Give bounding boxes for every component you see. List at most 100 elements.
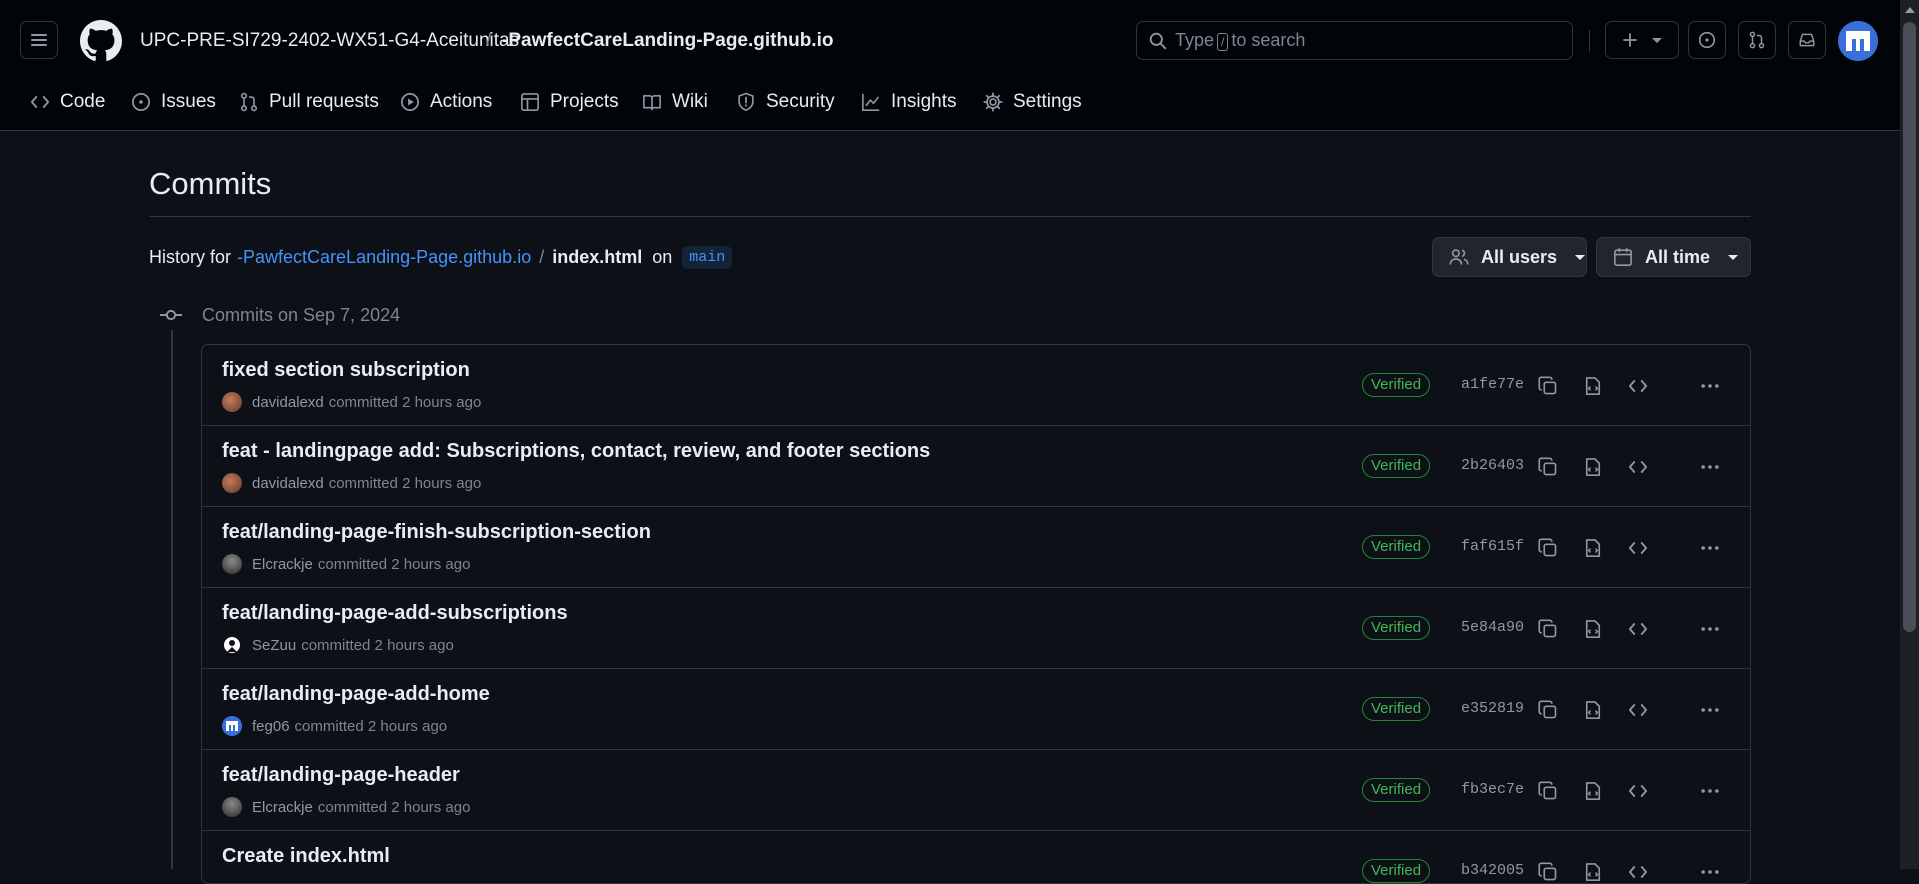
- menu-button[interactable]: [20, 21, 58, 59]
- copy-icon[interactable]: [1536, 455, 1560, 479]
- avatar-identicon-icon: [1838, 21, 1878, 61]
- commit-sha[interactable]: 5e84a90: [1461, 619, 1524, 636]
- avatar[interactable]: [222, 473, 242, 493]
- header-row: UPC-PRE-SI729-2402-WX51-G4-Aceitunitas /…: [0, 0, 1900, 82]
- commit-title[interactable]: feat/landing-page-header: [222, 764, 460, 787]
- code-icon[interactable]: [1626, 536, 1650, 560]
- commit-sha[interactable]: b342005: [1461, 862, 1524, 879]
- code-icon[interactable]: [1626, 617, 1650, 641]
- commit-author[interactable]: Elcrackje: [252, 556, 313, 573]
- user-avatar[interactable]: [1838, 21, 1878, 61]
- commit-sha[interactable]: faf615f: [1461, 538, 1524, 555]
- repo-owner-link[interactable]: UPC-PRE-SI729-2402-WX51-G4-Aceitunitas: [140, 28, 519, 54]
- file-diff-icon[interactable]: [1581, 779, 1605, 803]
- branch-badge[interactable]: main: [682, 246, 733, 269]
- file-diff-icon[interactable]: [1581, 536, 1605, 560]
- avatar[interactable]: [222, 716, 242, 736]
- commit-title[interactable]: fixed section subscription: [222, 359, 470, 382]
- commit-title[interactable]: Create index.html: [222, 845, 390, 868]
- commit-title[interactable]: feat/landing-page-finish-subscription-se…: [222, 521, 651, 544]
- file-diff-icon[interactable]: [1581, 860, 1605, 883]
- tab-pull-requests[interactable]: Pull requests: [239, 82, 379, 122]
- search-input[interactable]: Type / to search: [1136, 21, 1573, 60]
- code-icon[interactable]: [1626, 455, 1650, 479]
- create-new-button[interactable]: [1605, 21, 1679, 59]
- tab-actions[interactable]: Actions: [400, 82, 492, 122]
- kebab-menu-icon[interactable]: [1698, 374, 1722, 398]
- tab-projects[interactable]: Projects: [520, 82, 619, 122]
- inbox-button[interactable]: [1788, 21, 1826, 59]
- verified-badge[interactable]: Verified: [1362, 454, 1431, 478]
- avatar[interactable]: [222, 392, 242, 412]
- commit-author[interactable]: Elcrackje: [252, 799, 313, 816]
- scroll-up-arrow-icon[interactable]: [1905, 7, 1915, 13]
- kebab-menu-icon[interactable]: [1698, 860, 1722, 883]
- history-repo-link[interactable]: -PawfectCareLanding-Page.github.io: [237, 247, 531, 268]
- code-icon: [30, 96, 50, 108]
- commit-sha[interactable]: a1fe77e: [1461, 376, 1524, 393]
- copy-icon[interactable]: [1536, 698, 1560, 722]
- code-icon[interactable]: [1626, 374, 1650, 398]
- tab-issues[interactable]: Issues: [131, 82, 216, 122]
- kebab-menu-icon[interactable]: [1698, 698, 1722, 722]
- verified-badge[interactable]: Verified: [1362, 373, 1431, 397]
- commit-author[interactable]: SeZuu: [252, 637, 296, 654]
- code-icon[interactable]: [1626, 779, 1650, 803]
- file-diff-icon[interactable]: [1581, 698, 1605, 722]
- copy-icon[interactable]: [1536, 374, 1560, 398]
- verified-badge[interactable]: Verified: [1362, 535, 1431, 559]
- repo-name-link[interactable]: -PawfectCareLanding-Page.github.io: [502, 28, 833, 54]
- vertical-scrollbar[interactable]: [1900, 0, 1919, 869]
- header-divider: [1589, 30, 1590, 52]
- pull-requests-button[interactable]: [1738, 21, 1776, 59]
- github-logo-icon[interactable]: [80, 20, 122, 62]
- commit-sha[interactable]: 2b26403: [1461, 457, 1524, 474]
- all-users-filter-button[interactable]: All users: [1432, 237, 1587, 277]
- copy-icon[interactable]: [1536, 536, 1560, 560]
- issues-button[interactable]: [1688, 21, 1726, 59]
- commit-title[interactable]: feat/landing-page-add-subscriptions: [222, 602, 568, 625]
- avatar[interactable]: [222, 635, 242, 655]
- copy-icon[interactable]: [1536, 617, 1560, 641]
- scrollbar-thumb[interactable]: [1903, 22, 1916, 632]
- commit-author[interactable]: davidalexd: [252, 475, 324, 492]
- copy-icon[interactable]: [1536, 779, 1560, 803]
- commit-meta: davidalexd committed 2 hours ago: [222, 473, 481, 493]
- commit-group-header: Commits on Sep 7, 2024: [160, 304, 400, 326]
- file-diff-icon[interactable]: [1581, 455, 1605, 479]
- kebab-menu-icon[interactable]: [1698, 617, 1722, 641]
- commit-author[interactable]: davidalexd: [252, 394, 324, 411]
- search-shortcut-key: /: [1217, 33, 1229, 51]
- file-diff-icon[interactable]: [1581, 374, 1605, 398]
- kebab-menu-icon[interactable]: [1698, 779, 1722, 803]
- all-time-filter-button[interactable]: All time: [1596, 237, 1751, 277]
- search-placeholder: Type / to search: [1175, 30, 1305, 51]
- tab-code[interactable]: Code: [30, 82, 105, 122]
- verified-badge[interactable]: Verified: [1362, 859, 1431, 883]
- commit-title[interactable]: feat/landing-page-add-home: [222, 683, 490, 706]
- commit-row: fixed section subscription davidalexd co…: [202, 345, 1750, 426]
- file-diff-icon[interactable]: [1581, 617, 1605, 641]
- gear-icon: [983, 92, 1003, 112]
- tab-security[interactable]: Security: [736, 82, 835, 122]
- tab-insights[interactable]: Insights: [861, 82, 956, 122]
- avatar[interactable]: [222, 797, 242, 817]
- tab-wiki[interactable]: Wiki: [642, 82, 708, 122]
- commit-sha[interactable]: fb3ec7e: [1461, 781, 1524, 798]
- verified-badge[interactable]: Verified: [1362, 616, 1431, 640]
- history-breadcrumb: History for -PawfectCareLanding-Page.git…: [149, 246, 733, 269]
- commit-sha[interactable]: e352819: [1461, 700, 1524, 717]
- verified-badge[interactable]: Verified: [1362, 697, 1431, 721]
- verified-badge[interactable]: Verified: [1362, 778, 1431, 802]
- code-icon[interactable]: [1626, 698, 1650, 722]
- commit-author[interactable]: feg06: [252, 718, 290, 735]
- table-icon: [521, 93, 539, 111]
- kebab-menu-icon[interactable]: [1698, 536, 1722, 560]
- tab-projects-label: Projects: [550, 91, 619, 112]
- tab-settings[interactable]: Settings: [983, 82, 1082, 122]
- copy-icon[interactable]: [1536, 860, 1560, 883]
- code-icon[interactable]: [1626, 860, 1650, 883]
- avatar[interactable]: [222, 554, 242, 574]
- commit-title[interactable]: feat - landingpage add: Subscriptions, c…: [222, 440, 930, 463]
- kebab-menu-icon[interactable]: [1698, 455, 1722, 479]
